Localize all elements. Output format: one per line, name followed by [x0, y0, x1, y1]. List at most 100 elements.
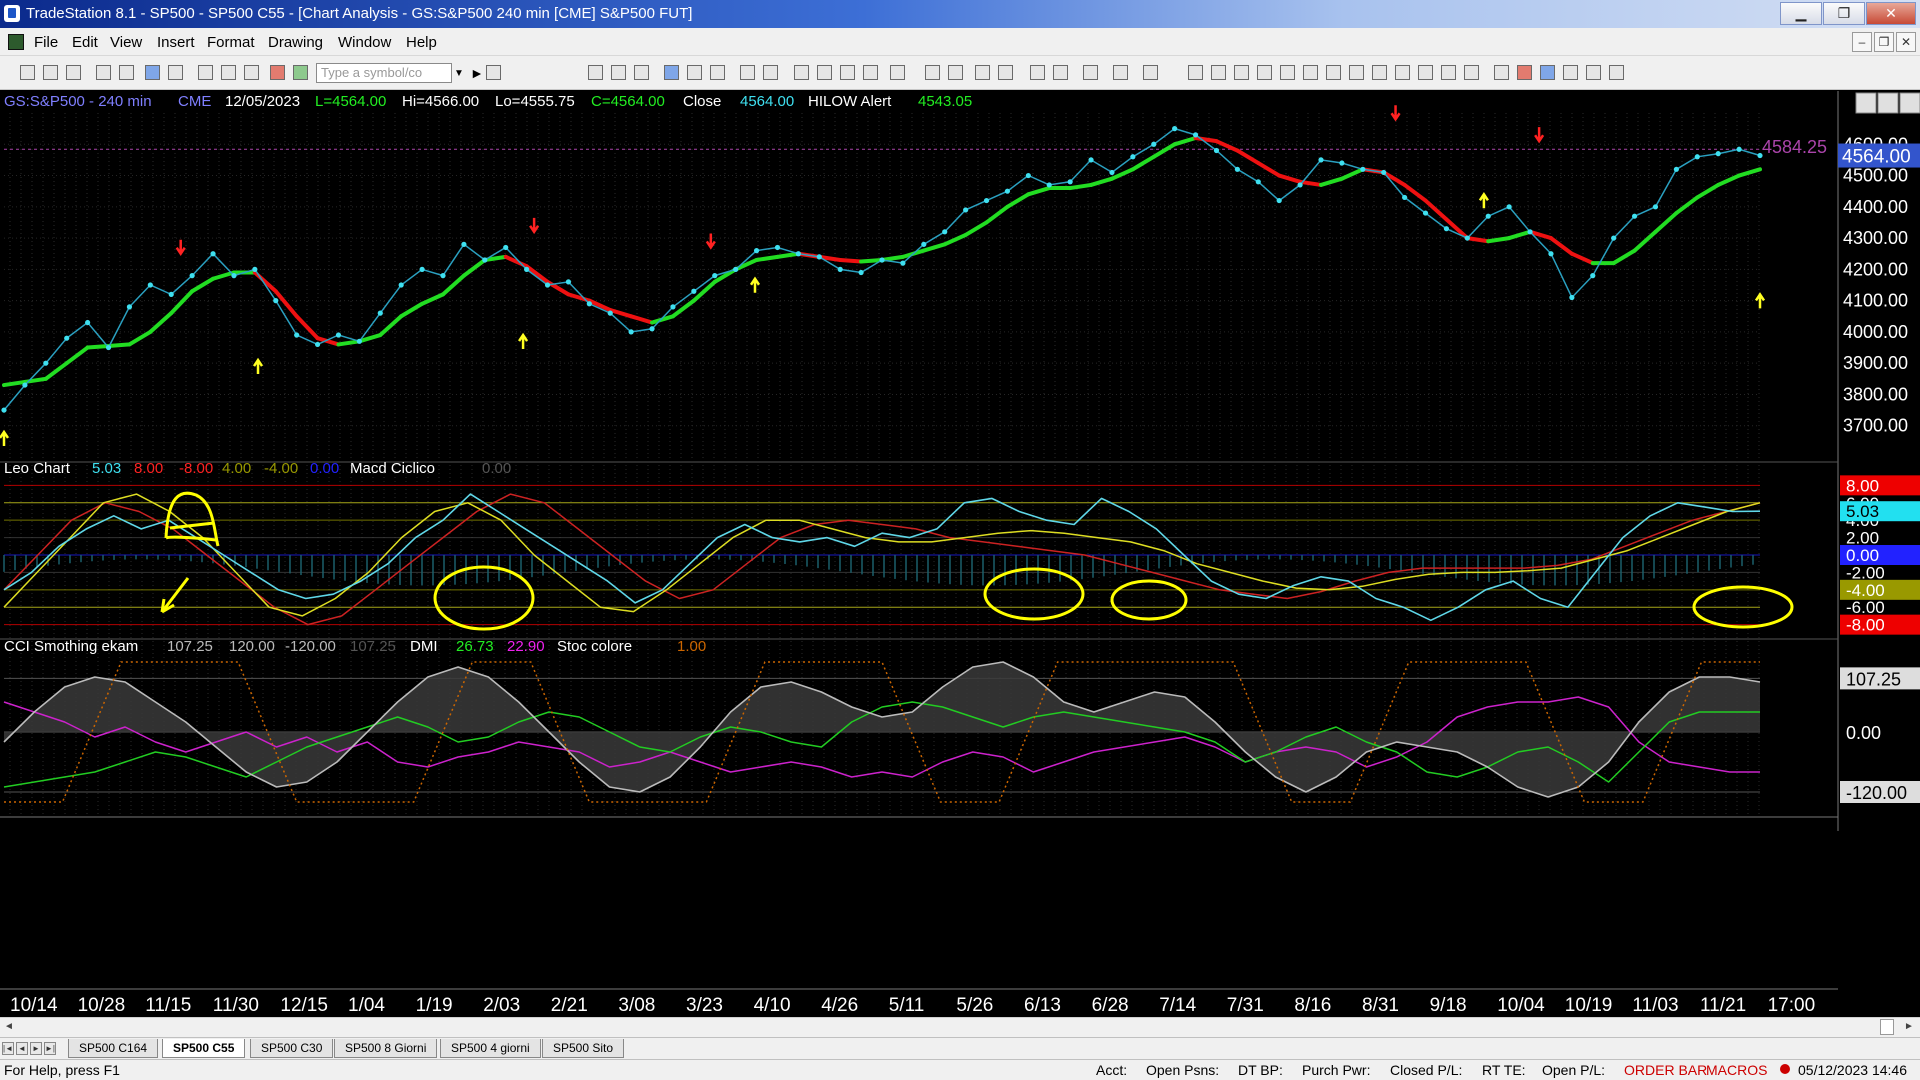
doc-restore-button[interactable]: ❐	[1874, 32, 1894, 52]
indicator-icon[interactable]	[270, 65, 285, 80]
pane-restore-button[interactable]	[1877, 92, 1899, 114]
pencil-icon[interactable]	[1464, 65, 1479, 80]
horizontal-line-icon[interactable]	[1234, 65, 1249, 80]
price-point	[335, 332, 342, 338]
menu-format[interactable]: Format	[207, 34, 255, 51]
menu-help[interactable]: Help	[406, 34, 437, 51]
pointer-icon[interactable]	[1030, 65, 1045, 80]
zoom-out-icon[interactable]	[998, 65, 1013, 80]
pane-minimize-button[interactable]	[1855, 92, 1877, 114]
bar-compress-icon[interactable]	[948, 65, 963, 80]
doc-minimize-button[interactable]: ‒	[1852, 32, 1872, 52]
optionstation-icon[interactable]	[710, 65, 725, 80]
tab-next-icon[interactable]: ►	[30, 1042, 42, 1055]
cycle-lines-icon[interactable]	[1349, 65, 1364, 80]
save-icon[interactable]	[119, 65, 134, 80]
bar-spacing-icon[interactable]	[925, 65, 940, 80]
print-preview-icon[interactable]	[145, 65, 160, 80]
price-point	[1067, 179, 1073, 185]
grid-icon[interactable]	[221, 65, 236, 80]
minimize-button[interactable]: ▁	[1780, 2, 1822, 25]
doc-close-button[interactable]: ✕	[1896, 32, 1916, 52]
close-button[interactable]: ✕	[1866, 2, 1916, 25]
moving-average-segment	[1193, 136, 1219, 144]
strategy-icon[interactable]	[293, 65, 308, 80]
scroll-left-icon[interactable]: ◄	[4, 1021, 14, 1032]
properties-icon[interactable]	[1113, 65, 1128, 80]
menu-view[interactable]: View	[110, 34, 142, 51]
print-icon[interactable]	[168, 65, 183, 80]
arrow-up-icon[interactable]	[1540, 65, 1555, 80]
new-icon[interactable]	[20, 65, 35, 80]
tab-sp500-8-giorni[interactable]: SP500 8 Giorni	[334, 1039, 438, 1058]
order-bar-label[interactable]: ORDER BAR	[1624, 1062, 1707, 1078]
scanner-icon[interactable]	[664, 65, 679, 80]
cci-pane[interactable]	[3, 661, 1761, 803]
format-symbol-icon[interactable]	[763, 65, 778, 80]
vertical-line-icon[interactable]	[1211, 65, 1226, 80]
layout-icon[interactable]	[198, 65, 213, 80]
macros-label[interactable]: MACROS	[1706, 1062, 1767, 1078]
trade-icon[interactable]	[1053, 65, 1068, 80]
channel-icon[interactable]	[1257, 65, 1272, 80]
ellipse-icon[interactable]	[1563, 65, 1578, 80]
matrix-icon[interactable]	[634, 65, 649, 80]
horizontal-scrollbar[interactable]: ◄ ►	[0, 1017, 1920, 1037]
menu-insert[interactable]: Insert	[157, 34, 195, 51]
radar-screen-icon[interactable]	[611, 65, 626, 80]
tab-sp500-4-giorni[interactable]: SP500 4 giorni	[440, 1039, 541, 1058]
tab-prev-icon[interactable]: ◄	[16, 1042, 28, 1055]
menu-window[interactable]: Window	[338, 34, 391, 51]
menu-edit[interactable]: Edit	[72, 34, 98, 51]
tab-last-icon[interactable]: ►|	[44, 1042, 56, 1055]
tools-icon[interactable]	[1083, 65, 1098, 80]
regression-icon[interactable]	[1395, 65, 1410, 80]
curve-icon[interactable]	[1494, 65, 1509, 80]
tab-first-icon[interactable]: |◄	[2, 1042, 14, 1055]
fib-icon[interactable]	[1303, 65, 1318, 80]
news-icon[interactable]	[687, 65, 702, 80]
arc-icon[interactable]	[1441, 65, 1456, 80]
maximize-button[interactable]: ❐	[1823, 2, 1865, 25]
data-window-icon[interactable]	[890, 65, 905, 80]
document-icon[interactable]	[8, 34, 24, 50]
text-icon[interactable]	[1609, 65, 1624, 80]
gann-icon[interactable]	[1326, 65, 1341, 80]
level-badge-text: -4.00	[1846, 581, 1885, 600]
speed-lines-icon[interactable]	[1372, 65, 1387, 80]
fan-icon[interactable]	[1280, 65, 1295, 80]
go-arrow-icon[interactable]: ►	[470, 65, 484, 81]
price-pane[interactable]: 4584.25	[0, 105, 1827, 446]
trendline-icon[interactable]	[1188, 65, 1203, 80]
tab-sp500-c164[interactable]: SP500 C164	[68, 1039, 159, 1058]
tab-sp500-c30[interactable]: SP500 C30	[250, 1039, 334, 1058]
price-point	[1402, 194, 1408, 201]
candle-icon[interactable]	[817, 65, 832, 80]
lock-icon[interactable]	[244, 65, 259, 80]
chart-window-icon[interactable]	[588, 65, 603, 80]
parallel-lines-icon[interactable]	[1418, 65, 1433, 80]
rectangle-icon[interactable]	[1586, 65, 1601, 80]
chevron-down-icon[interactable]: ▼	[454, 68, 464, 79]
leo-chart-pane[interactable]	[3, 484, 1761, 626]
bar-chart-icon[interactable]	[794, 65, 809, 80]
new-window-icon[interactable]	[96, 65, 111, 80]
tab-sp500-c55[interactable]: SP500 C55	[162, 1039, 246, 1058]
point-figure-icon[interactable]	[863, 65, 878, 80]
open-icon[interactable]	[43, 65, 58, 80]
chart-canvas[interactable]: 4584.25 4600.004500.004400.004300.004200…	[0, 91, 1920, 1017]
insert-study-icon[interactable]	[740, 65, 755, 80]
menu-drawing[interactable]: Drawing	[268, 34, 323, 51]
open-workspace-icon[interactable]	[66, 65, 81, 80]
line-chart-icon[interactable]	[840, 65, 855, 80]
scroll-thumb[interactable]	[1880, 1019, 1894, 1035]
pane-close-button[interactable]	[1899, 92, 1920, 114]
tab-sp500-sito[interactable]: SP500 Sito	[542, 1039, 625, 1058]
chart-analysis-window[interactable]: 4584.25 4600.004500.004400.004300.004200…	[0, 91, 1920, 1031]
zoom-in-icon[interactable]	[975, 65, 990, 80]
arrow-down-icon[interactable]	[1517, 65, 1532, 80]
symbol-input[interactable]: Type a symbol/co	[316, 63, 452, 83]
menu-file[interactable]: File	[34, 34, 58, 51]
scroll-right-icon[interactable]: ►	[1904, 1021, 1914, 1032]
symbol-lookup-icon[interactable]	[486, 65, 501, 80]
